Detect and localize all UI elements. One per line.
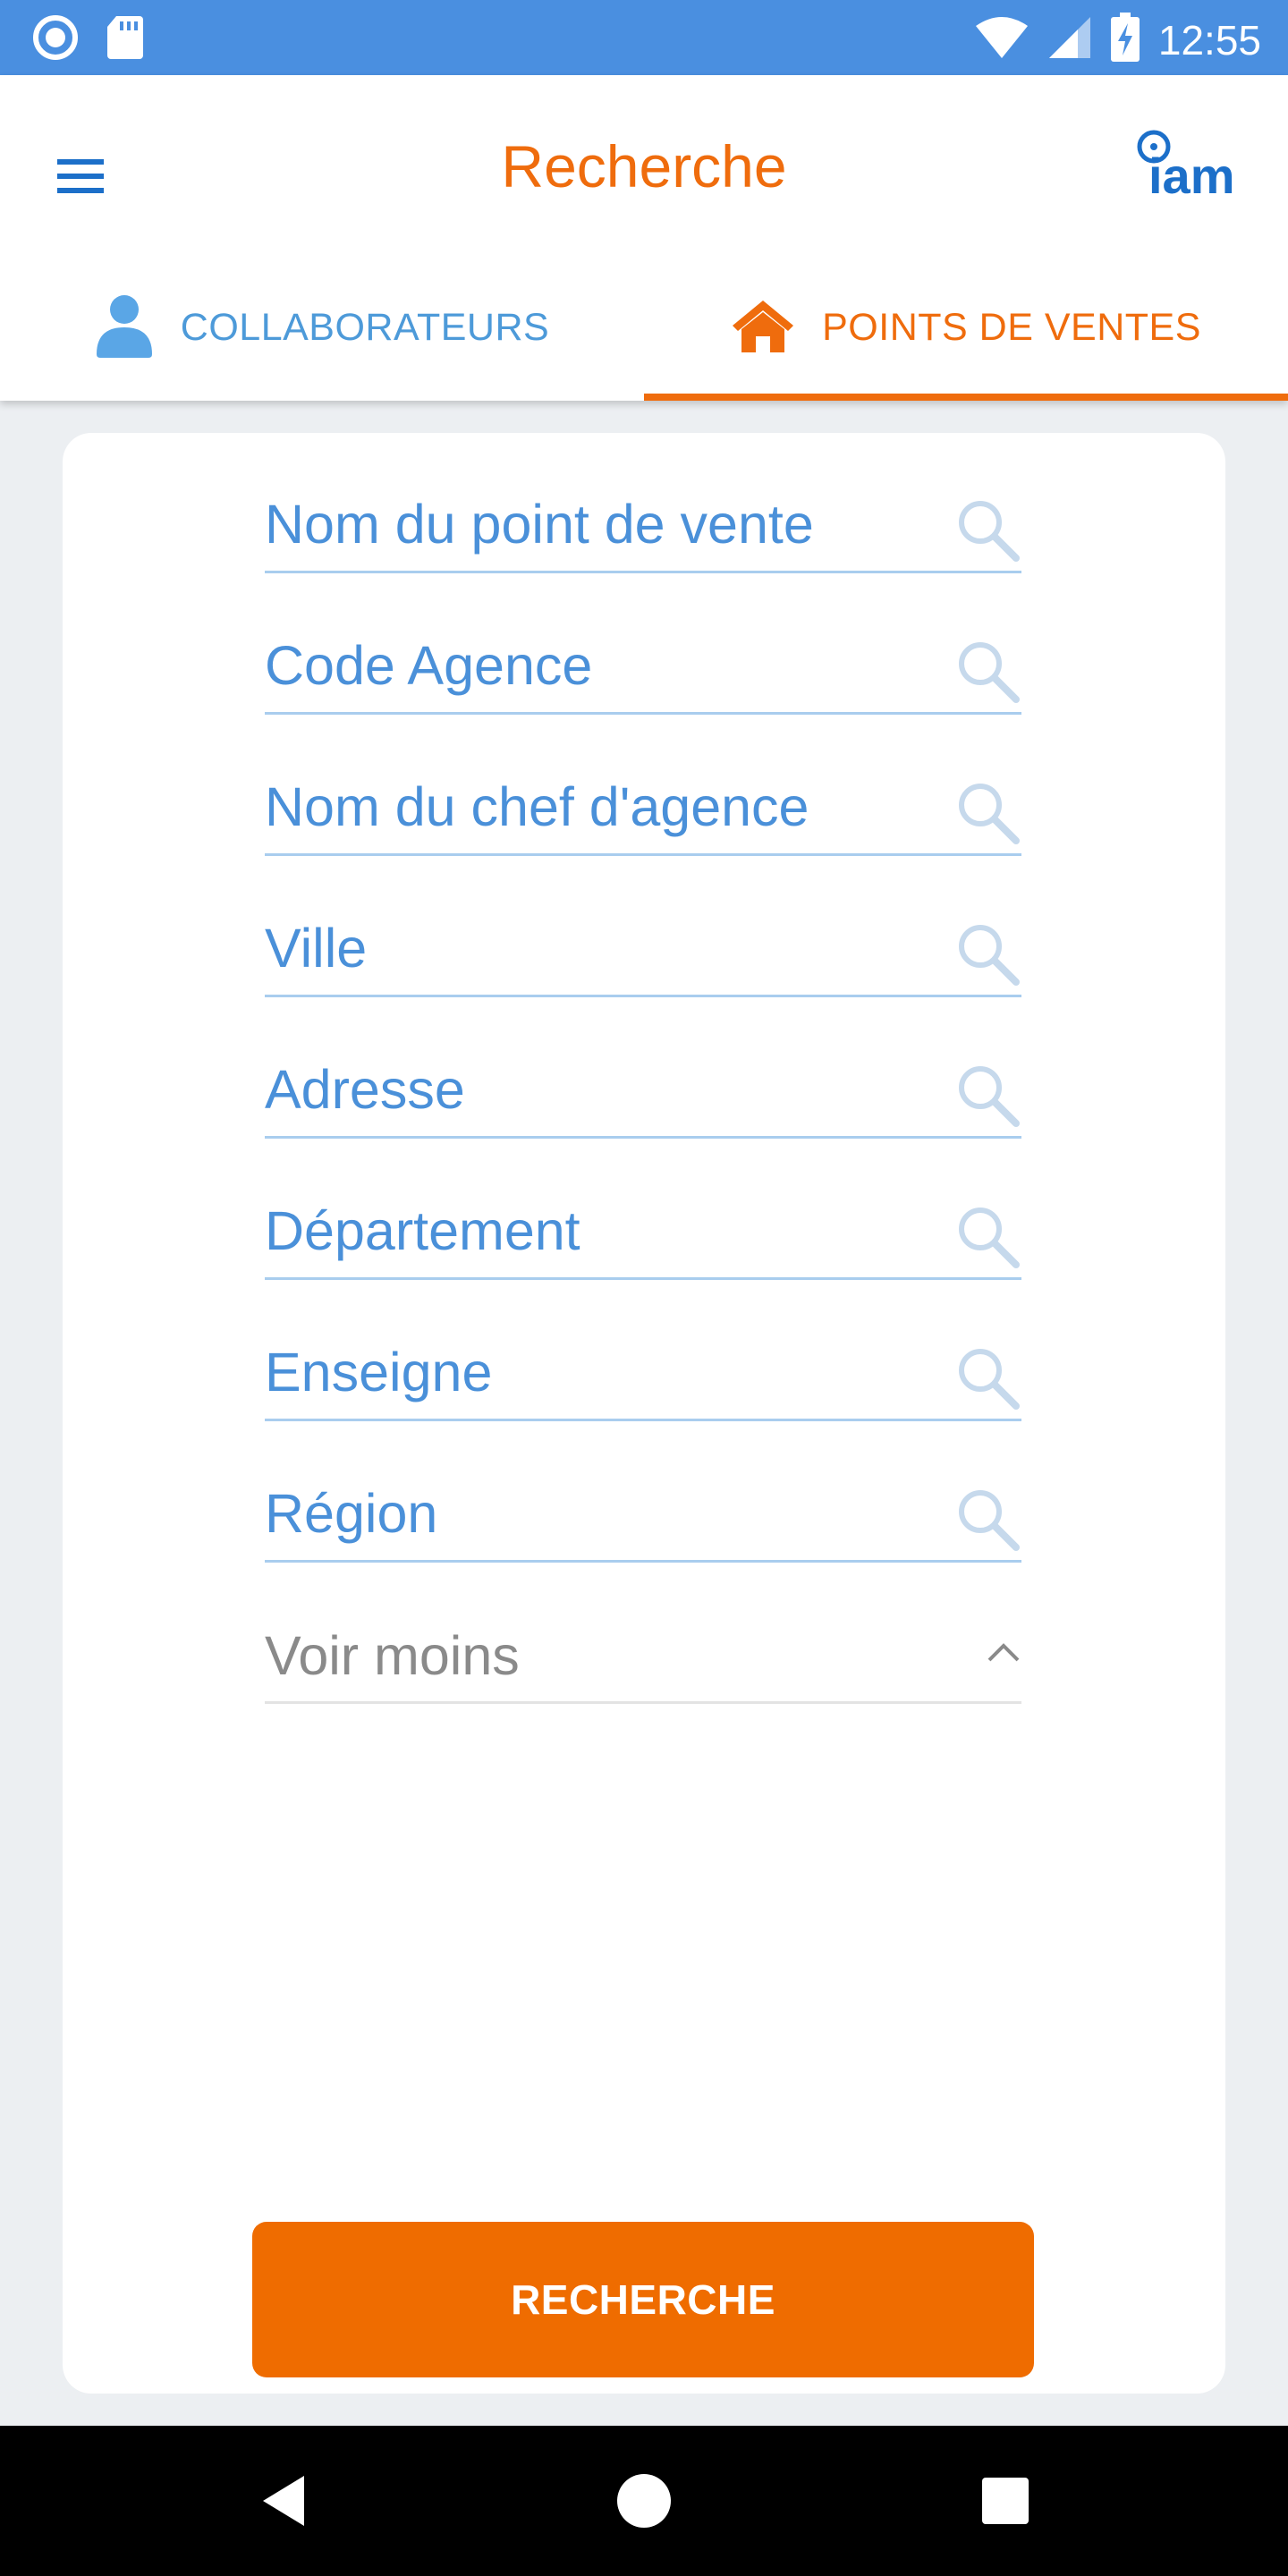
search-icon[interactable] <box>953 919 1021 987</box>
logo-text: iam <box>1148 148 1235 204</box>
voir-moins-toggle[interactable]: Voir moins <box>265 1603 1021 1704</box>
tab-bar: COLLABORATEURS POINTS DE VENTES <box>0 254 1288 401</box>
ville-input[interactable] <box>265 912 945 984</box>
region-input[interactable] <box>265 1478 945 1549</box>
home-circle-icon[interactable] <box>614 2470 674 2531</box>
system-nav-bar <box>0 2426 1288 2576</box>
code-agence-input[interactable] <box>265 630 945 701</box>
adresse-input[interactable] <box>265 1054 945 1125</box>
tab-points-de-ventes[interactable]: POINTS DE VENTES <box>644 254 1288 401</box>
enseigne-input[interactable] <box>265 1336 945 1408</box>
page-title: Recherche <box>501 133 787 199</box>
departement-input[interactable] <box>265 1195 945 1267</box>
field-region <box>265 1462 1021 1563</box>
search-form-card: Voir moins RECHERCHE <box>63 433 1225 2394</box>
circle-record-icon <box>32 14 79 65</box>
nom-point-de-vente-input[interactable] <box>265 488 945 560</box>
sd-card-icon <box>106 14 145 65</box>
wifi-icon <box>974 15 1030 64</box>
app-bar: Recherche iam COLLABORATEURS POINTS DE V… <box>0 75 1288 401</box>
field-enseigne <box>265 1320 1021 1421</box>
voir-moins-label: Voir moins <box>265 1625 520 1686</box>
tab-collaborateurs-label: COLLABORATEURS <box>180 305 550 349</box>
status-bar: 12:55 <box>0 0 1288 75</box>
search-icon[interactable] <box>953 1202 1021 1270</box>
tab-points-de-ventes-label: POINTS DE VENTES <box>822 305 1201 349</box>
search-icon[interactable] <box>953 1061 1021 1129</box>
search-icon[interactable] <box>953 1485 1021 1553</box>
tab-selected-indicator <box>644 394 1288 401</box>
search-icon[interactable] <box>953 1343 1021 1411</box>
field-nom-point-de-vente <box>265 472 1021 573</box>
back-icon[interactable] <box>256 2470 317 2531</box>
nom-chef-agence-input[interactable] <box>265 771 945 843</box>
recents-icon[interactable] <box>975 2470 1036 2531</box>
field-ville <box>265 896 1021 997</box>
field-code-agence <box>265 614 1021 715</box>
home-icon <box>731 297 795 359</box>
recherche-button[interactable]: RECHERCHE <box>252 2222 1034 2377</box>
field-departement <box>265 1179 1021 1280</box>
search-icon[interactable] <box>953 778 1021 846</box>
field-adresse <box>265 1038 1021 1139</box>
person-icon <box>95 293 154 362</box>
status-time: 12:55 <box>1157 16 1261 64</box>
battery-charging-icon <box>1110 13 1140 67</box>
search-icon[interactable] <box>953 637 1021 705</box>
search-icon[interactable] <box>953 496 1021 564</box>
iam-logo: iam <box>1134 129 1259 209</box>
chevron-up-icon <box>987 1643 1020 1662</box>
signal-icon <box>1047 15 1092 64</box>
field-nom-chef-agence <box>265 755 1021 856</box>
tab-collaborateurs[interactable]: COLLABORATEURS <box>0 254 644 401</box>
